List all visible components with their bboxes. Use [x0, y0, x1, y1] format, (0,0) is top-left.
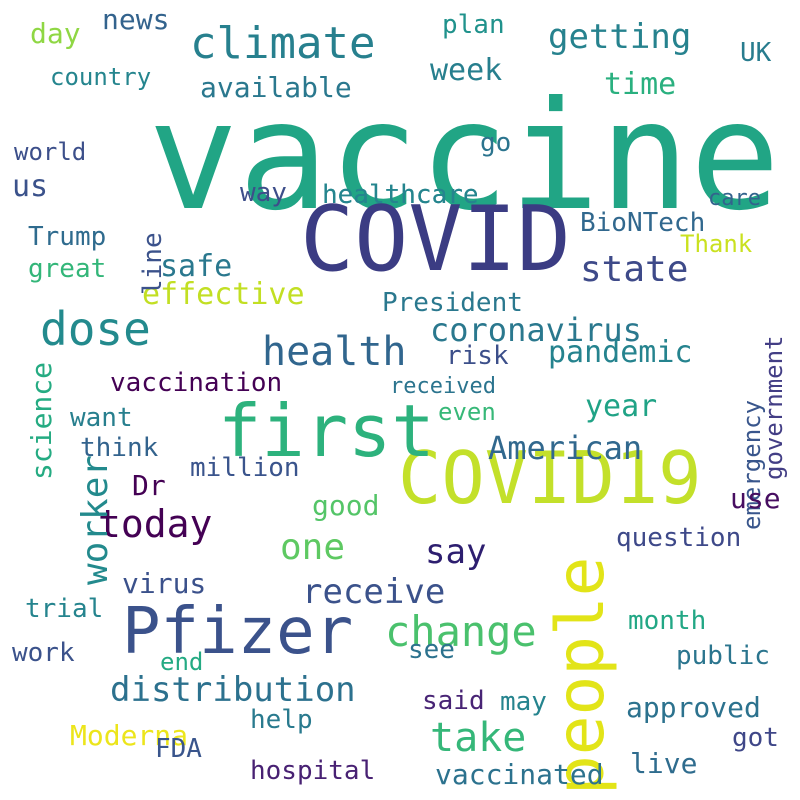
word: live [630, 747, 698, 780]
word: good [312, 489, 380, 522]
word: approved [626, 691, 761, 724]
word: American [488, 429, 643, 467]
word: month [628, 606, 707, 636]
word: world [14, 138, 87, 166]
word: science [25, 361, 58, 480]
word: Trump [28, 222, 107, 252]
word: great [28, 254, 107, 284]
word: pandemic [548, 335, 693, 370]
word: day [30, 17, 81, 50]
word: may [500, 687, 547, 717]
word: available [200, 71, 352, 104]
word: want [70, 403, 133, 433]
word: vaccination [110, 368, 283, 398]
word: received [390, 374, 496, 399]
word: Dr [132, 469, 166, 502]
word: getting [548, 17, 692, 57]
word: time [604, 67, 677, 102]
word: receive [302, 572, 446, 612]
word: health [262, 329, 407, 375]
word: use [730, 482, 781, 515]
word: got [732, 723, 779, 753]
word: one [280, 527, 346, 568]
word: UK [740, 38, 772, 68]
word: see [408, 635, 455, 665]
word: vaccinated [435, 758, 604, 791]
word: said [422, 686, 485, 716]
word: healthcare [322, 180, 479, 210]
word: dose [40, 302, 151, 356]
word: news [102, 3, 170, 36]
word: way [240, 178, 287, 208]
word: million [190, 453, 300, 483]
word: trial [25, 594, 104, 624]
word: help [250, 705, 313, 735]
word: distribution [110, 670, 356, 710]
word: FDA [155, 734, 202, 764]
word: end [160, 648, 204, 676]
word: safe [160, 249, 233, 284]
word: think [80, 433, 159, 463]
word: work [12, 638, 75, 668]
word: say [425, 532, 487, 572]
word: state [580, 249, 689, 290]
word: care [708, 186, 761, 211]
word: week [430, 53, 503, 88]
word-cloud: vaccine COVID COVID19 first people Pfize… [0, 0, 800, 800]
word: public [676, 641, 770, 671]
word: even [438, 398, 496, 426]
word: hospital [250, 756, 376, 786]
word: plan [442, 10, 505, 40]
word: government [760, 335, 788, 481]
word: question [616, 523, 742, 553]
word: risk [446, 341, 509, 371]
word: go [480, 128, 512, 158]
word: virus [122, 567, 207, 600]
word: us [12, 169, 49, 204]
word: Thank [680, 230, 753, 258]
word: country [50, 63, 152, 91]
word: year [585, 389, 658, 424]
word: climate [190, 18, 376, 69]
word: line [138, 232, 168, 295]
word: President [382, 288, 523, 318]
word: take [430, 715, 527, 761]
word: worker [75, 454, 116, 585]
